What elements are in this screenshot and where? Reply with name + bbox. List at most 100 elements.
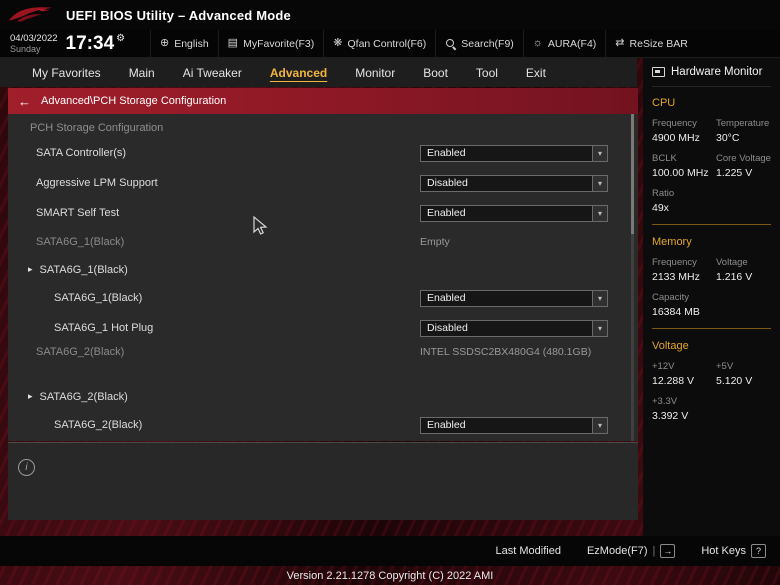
metric-value: 16384 MB [652,306,700,318]
last-modified-label: Last Modified [495,545,561,557]
metric-value: 2133 MHz [652,271,700,283]
time-block: 17:34 ⚙ [65,32,126,54]
metric-label: Capacity [652,292,689,303]
separator: | [652,545,656,557]
enter-key-icon: → [660,544,676,558]
tab-main[interactable]: Main [115,58,169,87]
metric-value: 30°C [716,132,740,144]
app-title: UEFI BIOS Utility – Advanced Mode [66,7,291,23]
metric-row: +12V 12.288 V +5V 5.120 V [652,361,771,387]
setting-value: INTEL SSDSC2BX480G4 (480.1GB) [420,346,592,358]
chevron-down-icon[interactable]: ▾ [592,320,607,336]
hardware-monitor-header: Hardware Monitor [652,58,771,87]
chevron-down-icon[interactable]: ▾ [592,290,607,306]
bios-screen: UEFI BIOS Utility – Advanced Mode 04/03/… [0,0,780,585]
tool-label: ReSize BAR [629,37,688,50]
metric-cpu-temperature: Temperature 30°C [716,118,771,144]
tab-my-favorites[interactable]: My Favorites [18,58,115,87]
metric-cpu-ratio: Ratio 49x [652,188,771,214]
metric-12v: +12V 12.288 V [652,361,716,387]
ezmode-button[interactable]: EzMode(F7) | → [586,544,676,558]
setting-label: SATA6G_1(Black) [39,263,128,276]
back-arrow-icon[interactable]: ← [18,94,31,109]
settings-panel: PCH Storage Configuration SATA Controlle… [8,114,638,441]
aggressive-lpm-select[interactable]: Disabled ▾ [420,174,608,192]
sata6g1-enable-select[interactable]: Enabled ▾ [420,289,608,307]
metric-value: 3.392 V [652,410,689,422]
sata6g2-enable-select[interactable]: Enabled ▾ [420,416,608,434]
metric-cpu-bclk: BCLK 100.00 MHz [652,153,716,179]
sata-controllers-select[interactable]: Enabled ▾ [420,144,608,162]
metric-memory-capacity: Capacity 16384 MB [652,292,771,318]
setting-label: SATA Controller(s) [36,147,127,159]
main-menu: My Favorites Main Ai Tweaker Advanced Mo… [0,58,637,87]
tab-exit[interactable]: Exit [512,58,560,87]
setting-row-sata6g2-status: SATA6G_2(Black) INTEL SSDSC2BX480G4 (480… [8,343,638,383]
question-mark-icon: ? [751,544,766,558]
metric-label: Temperature [716,118,770,129]
chevron-down-icon[interactable]: ▾ [592,145,607,161]
help-panel: i [8,442,638,520]
select-value: Enabled [427,206,466,219]
tab-boot[interactable]: Boot [409,58,462,87]
aura-icon: ☼ [532,37,543,49]
toolbar-item-search[interactable]: Search(F9) [435,30,523,57]
setting-value: Empty [420,235,450,248]
triangle-right-icon: ▸ [28,391,33,401]
chevron-down-icon[interactable]: ▾ [592,417,607,433]
date-text: 04/03/2022 [10,32,58,44]
tool-label: Qfan Control(F6) [347,37,427,50]
scrollbar-thumb[interactable] [631,114,634,234]
metric-label: Voltage [716,257,748,268]
hardware-monitor-title: Hardware Monitor [671,66,763,78]
tool-label: AURA(F4) [547,37,597,50]
metric-label: Frequency [652,257,697,268]
chevron-down-icon[interactable]: ▾ [592,205,607,221]
chevron-down-icon[interactable]: ▾ [592,175,607,191]
section-title: PCH Storage Configuration [30,122,164,134]
toolbar-item-english[interactable]: ⊕ English [150,30,218,57]
metric-row: Capacity 16384 MB [652,292,771,318]
datetime-block: 04/03/2022 Sunday 17:34 ⚙ [0,33,150,55]
tab-tool[interactable]: Tool [462,58,512,87]
expand-row-sata6g1[interactable]: ▸ SATA6G_1(Black) [8,256,638,283]
gear-icon[interactable]: ⚙ [116,33,125,44]
scrollbar[interactable] [631,114,634,441]
tool-label: Search(F9) [461,37,514,50]
date-block: 04/03/2022 Sunday [10,33,58,55]
hot-keys-button[interactable]: Hot Keys ? [701,544,766,558]
toolbar-item-myfavorite[interactable]: ▤ MyFavorite(F3) [217,30,324,57]
metric-value: 100.00 MHz [652,167,709,179]
toolbar-item-aura[interactable]: ☼ AURA(F4) [522,30,606,57]
metric-cpu-frequency: Frequency 4900 MHz [652,118,716,144]
expand-row-sata6g2[interactable]: ▸ SATA6G_2(Black) [8,383,638,410]
last-modified-button[interactable]: Last Modified [496,545,561,557]
smart-self-test-select[interactable]: Enabled ▾ [420,204,608,222]
favorite-icon: ▤ [227,37,239,49]
metric-row: Ratio 49x [652,188,771,214]
title-bar: UEFI BIOS Utility – Advanced Mode [0,0,780,30]
setting-label: SATA6G_1(Black) [54,292,143,304]
select-value: Disabled [427,176,468,189]
ezmode-label: EzMode(F7) [586,545,648,557]
sata6g1-hotplug-select[interactable]: Disabled ▾ [420,319,608,337]
tab-ai-tweaker[interactable]: Ai Tweaker [169,58,256,87]
setting-row-smart-self-test: SMART Self Test Enabled ▾ [8,198,638,228]
tab-advanced[interactable]: Advanced [256,58,341,87]
voltage-section-title: Voltage [652,340,689,352]
toolbar-item-qfan[interactable]: ❋ Qfan Control(F6) [323,30,435,57]
metric-row: Frequency 2133 MHz Voltage 1.216 V [652,257,771,283]
metric-row: +3.3V 3.392 V [652,396,771,422]
info-icon: i [18,459,35,476]
tab-monitor[interactable]: Monitor [341,58,409,87]
search-icon [445,38,456,49]
metric-label: BCLK [652,153,677,164]
setting-label: SATA6G_1 Hot Plug [54,322,154,334]
triangle-right-icon: ▸ [28,264,33,274]
metric-value: 5.120 V [716,375,753,387]
toolbar-item-resize-bar[interactable]: ⇄ ReSize BAR [605,30,697,57]
version-bar: Version 2.21.1278 Copyright (C) 2022 AMI [0,566,780,585]
time-text: 17:34 [65,32,115,54]
bottom-bar: Last Modified EzMode(F7) | → Hot Keys ? [0,536,780,566]
metric-label: +3.3V [652,396,678,407]
